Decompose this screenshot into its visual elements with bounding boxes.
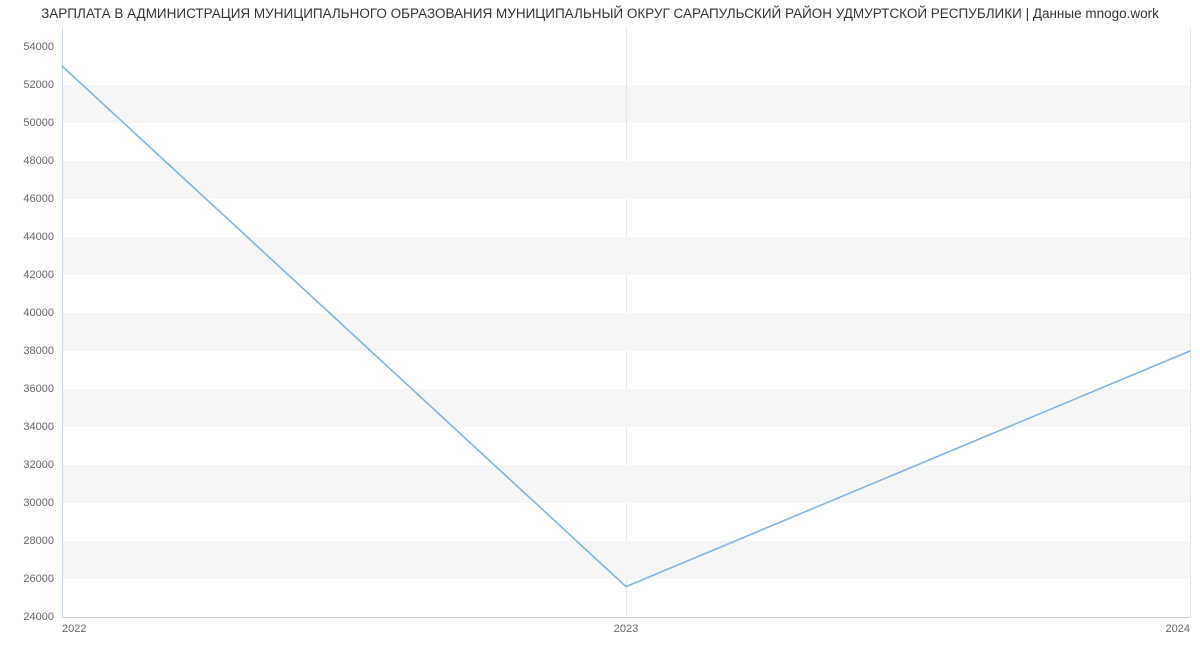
y-tick-label: 34000 (23, 421, 54, 433)
y-tick-label: 32000 (23, 459, 54, 471)
y-tick-label: 50000 (23, 117, 54, 129)
chart-container: ЗАРПЛАТА В АДМИНИСТРАЦИЯ МУНИЦИПАЛЬНОГО … (0, 0, 1200, 650)
y-tick-label: 54000 (23, 41, 54, 53)
y-tick-label: 52000 (23, 79, 54, 91)
line-series-svg (62, 28, 1190, 617)
y-tick-label: 44000 (23, 231, 54, 243)
y-tick-label: 24000 (23, 611, 54, 623)
x-tick-label: 2023 (614, 623, 638, 635)
y-tick-label: 46000 (23, 193, 54, 205)
y-tick-label: 28000 (23, 535, 54, 547)
x-tick-label: 2024 (1166, 623, 1190, 635)
y-tick-label: 40000 (23, 307, 54, 319)
y-tick-label: 42000 (23, 269, 54, 281)
series-line (62, 66, 1190, 587)
plot-area: 2400026000280003000032000340003600038000… (62, 28, 1190, 618)
x-tick-label: 2022 (62, 623, 86, 635)
chart-title: ЗАРПЛАТА В АДМИНИСТРАЦИЯ МУНИЦИПАЛЬНОГО … (10, 6, 1190, 26)
y-tick-label: 36000 (23, 383, 54, 395)
x-gridline (1190, 28, 1191, 617)
y-tick-label: 38000 (23, 345, 54, 357)
y-tick-label: 26000 (23, 573, 54, 585)
y-tick-label: 30000 (23, 497, 54, 509)
y-tick-label: 48000 (23, 155, 54, 167)
